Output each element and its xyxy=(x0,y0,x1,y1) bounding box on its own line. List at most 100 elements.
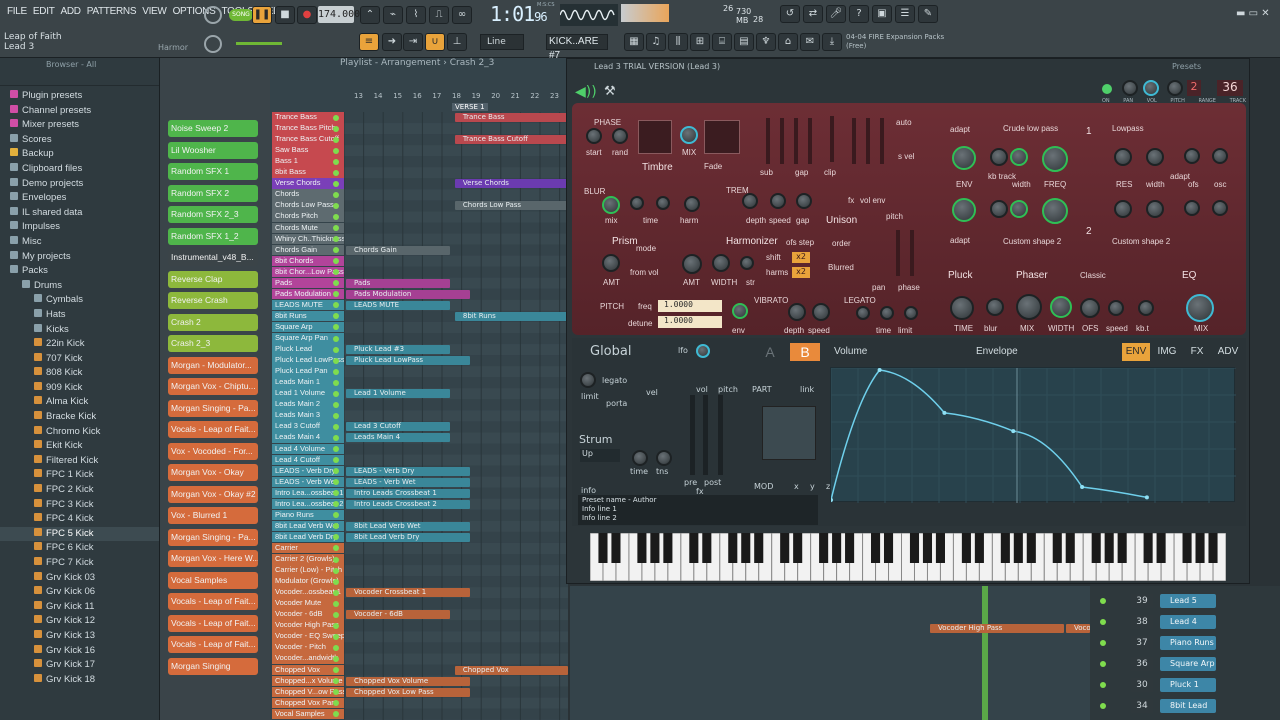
on-led[interactable] xyxy=(1102,84,1112,94)
pattern-clip[interactable]: LEADS MUTE xyxy=(346,300,450,310)
track-led[interactable] xyxy=(333,346,339,353)
synth-knob[interactable] xyxy=(952,198,976,222)
synth-knob[interactable] xyxy=(656,196,670,210)
view-channel-rack-icon[interactable]: ⊞ xyxy=(690,33,710,51)
range-value[interactable]: 2 xyxy=(1187,80,1201,96)
channel-button[interactable]: Morgan Vox - Okay xyxy=(168,464,258,481)
channel-button[interactable]: Noise Sweep 2 xyxy=(168,120,258,137)
x2-button-2[interactable]: x2 xyxy=(792,267,810,278)
clip-vocoder[interactable]: Voco xyxy=(1066,624,1090,633)
track-led[interactable] xyxy=(333,412,339,419)
browser-item[interactable]: My projects xyxy=(0,250,159,265)
synth-knob[interactable] xyxy=(612,128,628,144)
browser-item[interactable]: Mixer presets xyxy=(0,118,159,133)
browser-item[interactable]: FPC 5 Kick xyxy=(0,526,159,542)
pattern-clip[interactable]: Chopped Vox Volume xyxy=(346,676,470,686)
browser-item[interactable]: 22in Kick xyxy=(0,337,159,352)
global-knob[interactable] xyxy=(632,450,648,466)
menu-patterns[interactable]: PATTERNS xyxy=(84,6,139,17)
stop-button[interactable]: ■ xyxy=(275,6,295,24)
tab-adv[interactable]: ADV xyxy=(1214,343,1242,361)
browser-item[interactable]: Backup xyxy=(0,147,159,162)
view-mixer-icon[interactable]: ⫼ xyxy=(668,33,688,51)
synth-slider[interactable] xyxy=(830,116,834,162)
pattern-clip[interactable]: LEADS - Verb Dry xyxy=(346,466,470,476)
synth-knob[interactable] xyxy=(1146,200,1164,218)
x2-button-1[interactable]: x2 xyxy=(792,252,810,263)
synth-knob[interactable] xyxy=(1114,200,1132,218)
channel-button[interactable]: Vocals - Leap of Fait... xyxy=(168,636,258,653)
pattern-clip[interactable]: LEADS - Verb Wet xyxy=(346,477,470,487)
browser-item[interactable]: Cymbals xyxy=(0,293,159,308)
envelope-editor[interactable] xyxy=(829,367,1236,503)
synth-knob[interactable] xyxy=(812,303,830,321)
browser-item[interactable]: Grv Kick 12 xyxy=(0,614,159,629)
channel-button[interactable]: Morgan Vox - Here W... xyxy=(168,550,258,567)
piano-keyboard[interactable] xyxy=(589,532,1227,582)
menu-edit[interactable]: EDIT xyxy=(30,6,58,17)
channel-button[interactable]: Random SFX 1_2 xyxy=(168,227,258,245)
browser-item[interactable]: Grv Kick 03 xyxy=(0,571,159,586)
tab-env[interactable]: ENV xyxy=(1122,343,1150,361)
browser-item[interactable]: FPC 2 Kick xyxy=(0,483,159,498)
synth-knob[interactable] xyxy=(682,254,702,274)
menu-view[interactable]: VIEW xyxy=(139,6,169,17)
track-led[interactable] xyxy=(333,446,339,452)
channel-button[interactable]: Vocals - Leap of Fait... xyxy=(168,593,258,610)
track-led[interactable] xyxy=(333,667,339,673)
pattern-clip[interactable]: Trance Bass xyxy=(454,113,568,122)
mixer-led[interactable] xyxy=(1100,640,1106,646)
track-led[interactable] xyxy=(333,158,339,165)
synth-slider[interactable] xyxy=(780,118,784,164)
menu-file[interactable]: FILE xyxy=(4,6,30,17)
song-marker[interactable]: VERSE 1 xyxy=(452,103,488,111)
browser-item[interactable]: Grv Kick 06 xyxy=(0,585,159,600)
synth-knob[interactable] xyxy=(1042,198,1068,224)
synth-knob[interactable] xyxy=(684,196,700,212)
undo-icon[interactable]: ↺ xyxy=(780,5,800,23)
synth-knob[interactable] xyxy=(1212,200,1228,216)
track-led[interactable] xyxy=(333,644,339,651)
browser-item[interactable]: FPC 7 Kick xyxy=(0,556,159,571)
arrow-icon[interactable]: ➜ xyxy=(382,33,402,51)
mixer-led[interactable] xyxy=(1100,598,1106,604)
channel-button[interactable]: Reverse Crash xyxy=(168,292,258,309)
pattern-clip[interactable]: Pads Modulation xyxy=(346,289,470,299)
synth-knob[interactable] xyxy=(788,303,806,321)
metronome-icon[interactable]: ⌃ xyxy=(360,6,380,24)
view-pianoroll-icon[interactable]: ♫ xyxy=(646,33,666,51)
pattern-clip[interactable]: Leads Main 4 xyxy=(346,433,450,443)
track-led[interactable] xyxy=(333,578,339,585)
piano-keys[interactable] xyxy=(589,532,1227,582)
global-fader[interactable] xyxy=(718,395,723,475)
window-controls[interactable]: ▬ ▭ ✕ xyxy=(1236,8,1270,19)
xy-pad[interactable] xyxy=(762,406,816,460)
tab-img[interactable]: IMG xyxy=(1156,343,1178,361)
track-led[interactable] xyxy=(333,335,339,342)
mic-icon[interactable]: 🎤︎ xyxy=(826,5,846,23)
pattern-clip[interactable]: Verse Chords xyxy=(454,179,568,189)
record-mode-icon[interactable]: ⇥ xyxy=(403,33,423,51)
synth-slider[interactable] xyxy=(866,118,870,164)
track-led[interactable] xyxy=(333,611,339,618)
track-led[interactable] xyxy=(333,678,339,685)
track-led[interactable] xyxy=(333,236,339,243)
browser-item[interactable]: Bracke Kick xyxy=(0,410,159,425)
browser-item[interactable]: Grv Kick 18 xyxy=(0,673,159,688)
mixer-track[interactable]: Lead 4 xyxy=(1160,615,1216,629)
track-led[interactable] xyxy=(333,423,339,430)
record-button[interactable]: ● xyxy=(297,6,317,24)
pat-song-knob[interactable] xyxy=(204,6,222,24)
pattern-clip[interactable]: Chords Low Pass xyxy=(454,201,568,211)
global-knob[interactable] xyxy=(656,450,672,466)
synth-knob[interactable] xyxy=(742,193,758,209)
track-led[interactable] xyxy=(333,225,339,231)
synth-knob[interactable] xyxy=(740,256,754,270)
pattern-clip[interactable]: Vocoder - 6dB xyxy=(346,610,450,620)
browser-item[interactable]: 808 Kick xyxy=(0,366,159,381)
channel-button[interactable]: Vox - Vocoded - For... xyxy=(168,442,258,460)
clip-vocoder-high-pass[interactable]: Vocoder High Pass xyxy=(930,624,1064,633)
synth-slider[interactable] xyxy=(766,118,770,164)
browser-item[interactable]: Grv Kick 11 xyxy=(0,600,159,615)
synth-knob[interactable] xyxy=(1108,300,1124,316)
